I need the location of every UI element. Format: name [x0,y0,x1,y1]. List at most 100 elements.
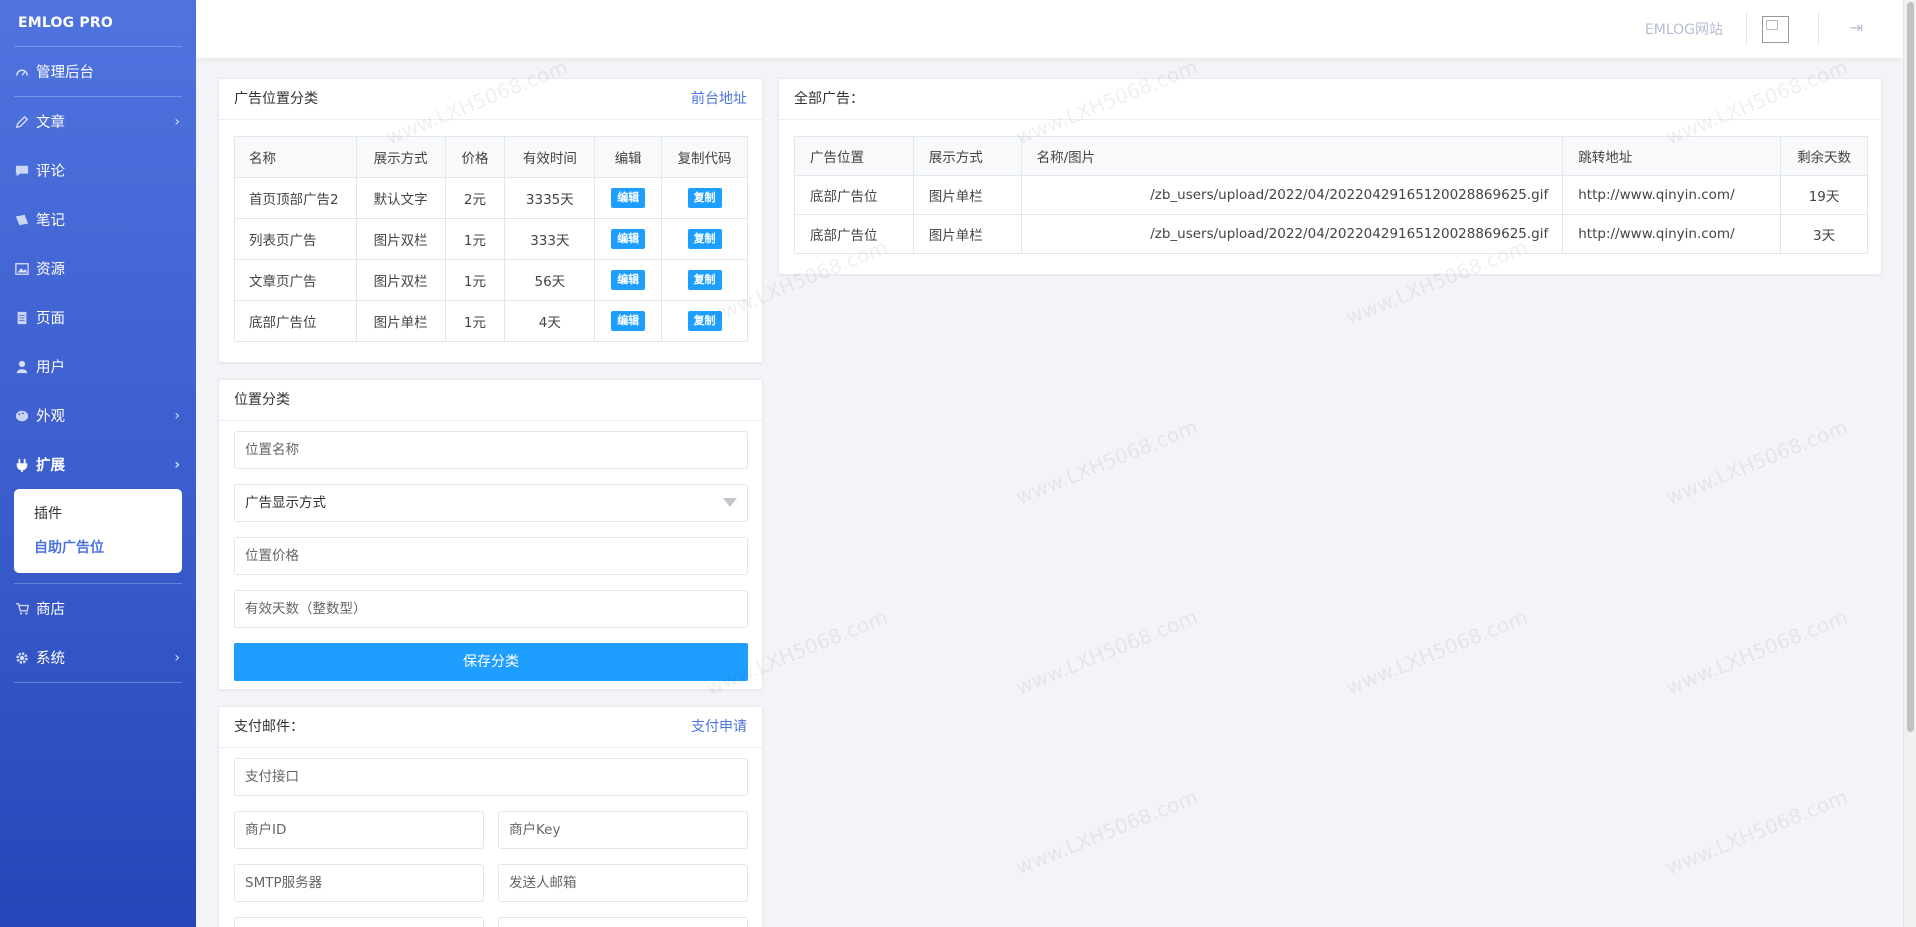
column-header: 剩余天数 [1780,136,1868,176]
watermark: www.LXH5068.com [1012,414,1201,510]
sidebar-item-label: 系统 [36,651,65,667]
plug-icon [14,457,30,473]
card-header: 广告位置分类 前台地址 [219,79,762,120]
sidebar-item-dashboard[interactable]: 管理后台 [0,47,196,96]
watermark: www.LXH5068.com [1662,414,1851,510]
dashboard-icon [14,64,30,80]
cell-position: 底部广告位 [794,175,914,215]
sidebar-item-users[interactable]: 用户 [0,342,196,391]
extra-input-left[interactable] [234,917,484,927]
topbar-divider [1818,12,1819,46]
edit-button[interactable]: 编辑 [611,188,646,208]
cell-image-path: /zb_users/upload/2022/04/202204291651200… [1020,214,1564,254]
watermark: www.LXH5068.com [1662,604,1851,700]
cell-name: 列表页广告 [234,218,357,260]
submenu-item-self-ads[interactable]: 自助广告位 [14,531,182,565]
position-form-card: 位置分类 位置名称 广告显示方式 位置价格 有效天数（整数型） 保存分类 [218,379,763,690]
sidebar-item-label: 扩展 [36,458,65,474]
copy-button[interactable]: 复制 [687,188,722,208]
palette-icon [14,408,30,424]
cell-price: 1元 [444,300,506,342]
column-header: 名称/图片 [1020,136,1564,176]
cell-mode: 默认文字 [355,177,446,219]
cell-time: 4天 [504,300,596,342]
submenu-item-plugins[interactable]: 插件 [14,497,182,531]
cell-position: 底部广告位 [794,214,914,254]
cell-copy: 复制 [661,218,748,260]
sidebar-item-extensions[interactable]: 扩展 › [0,440,196,489]
watermark: www.LXH5068.com [1662,784,1851,880]
sidebar-item-label: 外观 [36,409,65,425]
scrollbar-thumb[interactable] [1907,2,1914,732]
edit-button[interactable]: 编辑 [611,229,646,249]
sidebar-item-articles[interactable]: 文章 › [0,97,196,146]
payment-api-input[interactable]: 支付接口 [234,758,748,796]
sidebar-item-label: 用户 [36,360,65,376]
cell-copy: 复制 [661,300,748,342]
frontend-link[interactable]: 前台地址 [691,79,747,120]
position-name-input[interactable]: 位置名称 [234,431,748,469]
table-row: 底部广告位 图片单栏 /zb_users/upload/2022/04/2022… [794,175,1868,215]
sender-email-input[interactable]: 发送人邮箱 [498,864,748,902]
pencil-icon [14,114,30,130]
cell-url[interactable]: http://www.qinyin.com/ [1562,214,1782,254]
payment-mail-card: 支付邮件： 支付申请 支付接口 商户ID 商户Key SMTP服务器 发送人邮箱 [218,706,763,927]
watermark: www.LXH5068.com [1012,784,1201,880]
merchant-id-input[interactable]: 商户ID [234,811,484,849]
card-title: 支付邮件： [234,719,304,735]
watermark: www.LXH5068.com [1342,604,1531,700]
column-header: 广告位置 [794,136,914,176]
cell-url[interactable]: http://www.qinyin.com/ [1562,175,1782,215]
valid-days-input[interactable]: 有效天数（整数型） [234,590,748,628]
page-scrollbar[interactable] [1903,0,1916,927]
table-header-row: 名称 展示方式 价格 有效时间 编辑 复制代码 [234,136,748,178]
table-row: 底部广告位 图片单栏 /zb_users/upload/2022/04/2022… [794,214,1868,254]
edit-button[interactable]: 编辑 [611,270,646,290]
cell-name: 底部广告位 [234,300,357,342]
cell-price: 1元 [444,259,506,301]
cell-days: 19天 [1780,175,1868,215]
column-header: 编辑 [594,136,663,178]
divider [14,682,182,683]
logout-icon[interactable]: ⇥ [1850,18,1863,37]
copy-button[interactable]: 复制 [687,270,722,290]
card-header: 全部广告： [779,79,1881,120]
position-price-input[interactable]: 位置价格 [234,537,748,575]
cell-copy: 复制 [661,177,748,219]
ad-categories-card: 广告位置分类 前台地址 名称 展示方式 价格 有效时间 编辑 复制代码 首页顶部… [218,78,763,363]
sidebar-item-comments[interactable]: 评论 [0,146,196,195]
sidebar-item-system[interactable]: 系统 › [0,633,196,682]
display-mode-select[interactable]: 广告显示方式 [234,484,748,522]
column-header: 有效时间 [504,136,596,178]
sidebar-item-label: 管理后台 [36,65,94,81]
merchant-key-input[interactable]: 商户Key [498,811,748,849]
save-category-button[interactable]: 保存分类 [234,643,748,681]
sidebar-item-pages[interactable]: 页面 [0,293,196,342]
sidebar-item-store[interactable]: 商店 [0,584,196,633]
column-header: 跳转地址 [1562,136,1782,176]
card-title: 位置分类 [234,392,290,408]
emlog-site-link[interactable]: EMLOG网站 [1645,19,1723,39]
sidebar-item-label: 资源 [36,262,65,278]
sidebar-item-resources[interactable]: 资源 [0,244,196,293]
cell-time: 333天 [504,218,596,260]
broken-image-icon[interactable] [1762,16,1789,43]
brand-logo[interactable]: EMLOG PRO [0,0,196,46]
sidebar-item-notes[interactable]: 笔记 [0,195,196,244]
smtp-server-input[interactable]: SMTP服务器 [234,864,484,902]
copy-button[interactable]: 复制 [687,229,722,249]
table-row: 首页顶部广告2 默认文字 2元 3335天 编辑 复制 [234,177,748,219]
sidebar-item-label: 页面 [36,311,65,327]
extra-input-right[interactable] [498,917,748,927]
edit-button[interactable]: 编辑 [611,311,646,331]
sidebar-item-appearance[interactable]: 外观 › [0,391,196,440]
payment-apply-link[interactable]: 支付申请 [691,707,747,748]
column-header: 展示方式 [355,136,446,178]
cell-mode: 图片单栏 [912,175,1022,215]
card-header: 位置分类 [219,380,762,421]
cell-image-path: /zb_users/upload/2022/04/202204291651200… [1020,175,1564,215]
cell-time: 56天 [504,259,596,301]
table-row: 列表页广告 图片双栏 1元 333天 编辑 复制 [234,218,748,260]
cell-time: 3335天 [504,177,596,219]
copy-button[interactable]: 复制 [687,311,722,331]
